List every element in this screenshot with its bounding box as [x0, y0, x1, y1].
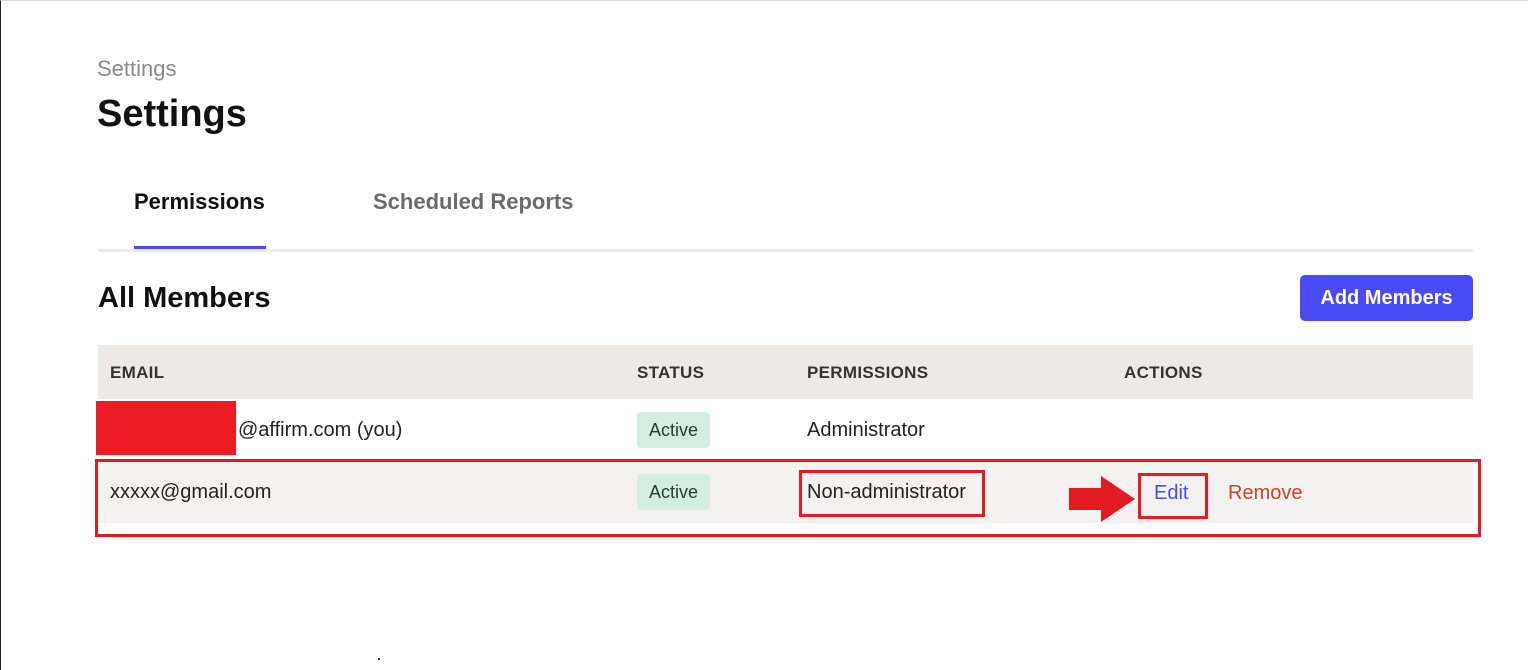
remove-member-link[interactable]: Remove [1228, 482, 1302, 505]
status-badge: Active [637, 474, 711, 510]
stray-dot [378, 658, 380, 660]
settings-page: Settings Settings Permissions Scheduled … [0, 0, 1528, 670]
section-title: All Members [98, 282, 271, 314]
column-header-permissions: PERMISSIONS [807, 363, 929, 382]
status-badge: Active [637, 412, 711, 448]
add-members-button[interactable]: Add Members [1300, 275, 1473, 321]
page-title: Settings [97, 93, 247, 135]
table-header: EMAIL STATUS PERMISSIONS ACTIONS [98, 345, 1473, 399]
member-permissions: Non-administrator [807, 481, 966, 503]
members-table: EMAIL STATUS PERMISSIONS ACTIONS @affirm… [96, 345, 1473, 523]
column-header-status: STATUS [637, 363, 705, 382]
tab-bar: Permissions Scheduled Reports [98, 173, 1473, 252]
table-row: xxxxx@gmail.com Active Non-administrator… [98, 461, 1473, 523]
table-row: @affirm.com (you) Active Administrator [96, 399, 1473, 461]
column-header-actions: ACTIONS [1124, 363, 1203, 382]
tab-scheduled-reports[interactable]: Scheduled Reports [373, 189, 573, 215]
active-tab-indicator [134, 246, 266, 249]
arrow-right-icon [1069, 476, 1135, 522]
breadcrumb[interactable]: Settings [97, 56, 177, 82]
redaction-box [96, 401, 236, 455]
member-email: @affirm.com (you) [238, 419, 403, 441]
column-header-email: EMAIL [110, 363, 165, 382]
tab-permissions[interactable]: Permissions [134, 189, 265, 215]
member-email: xxxxx@gmail.com [110, 481, 272, 503]
member-permissions: Administrator [807, 419, 925, 441]
edit-member-link[interactable]: Edit [1154, 482, 1188, 505]
